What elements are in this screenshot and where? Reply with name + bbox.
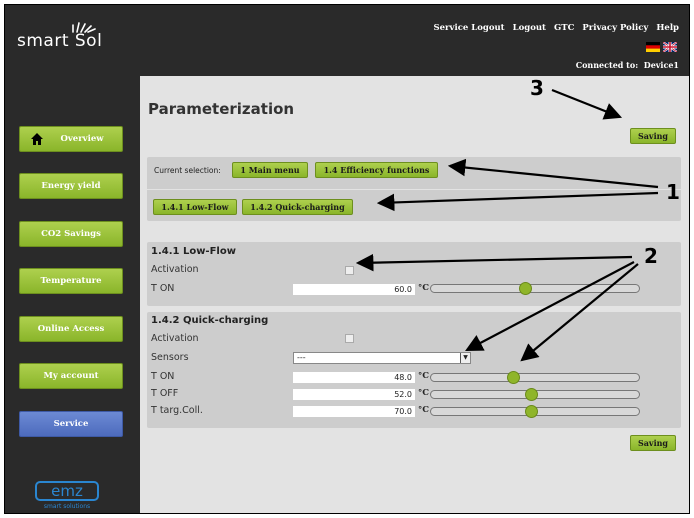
sidebar-item-label: Energy yield <box>41 181 101 191</box>
uk-flag-icon[interactable] <box>663 42 677 52</box>
sidebar-item-service[interactable]: Service <box>19 411 123 437</box>
top-links: Service Logout Logout GTC Privacy Policy… <box>434 23 680 33</box>
slider-knob[interactable] <box>507 371 521 384</box>
sidebar-item-label: Service <box>53 419 89 429</box>
sidebar-item-label: Online Access <box>37 324 105 334</box>
brand-name: emz <box>35 481 99 501</box>
divider <box>147 189 681 190</box>
sidebar-item-label: CO2 Savings <box>41 229 101 239</box>
annotation-number-2: 2 <box>644 244 658 268</box>
subitem-low-flow[interactable]: 1.4.1 Low-Flow <box>153 199 237 215</box>
header-bar: smart Sol Service Logout Logout GTC Priv… <box>5 5 689 76</box>
lowflow-ton-input[interactable]: 60.0 <box>293 284 415 295</box>
lowflow-ton-label: T ON <box>151 283 175 294</box>
sidebar-item-label: My account <box>43 371 99 381</box>
lowflow-activation-label: Activation <box>151 264 199 275</box>
subitem-quick-charging[interactable]: 1.4.2 Quick-charging <box>242 199 353 215</box>
crumb-efficiency-functions[interactable]: 1.4 Efficiency functions <box>315 162 438 178</box>
quickcharge-toff-label: T OFF <box>151 388 179 399</box>
quickcharge-ton-label: T ON <box>151 371 175 382</box>
sidebar-item-my-account[interactable]: My account <box>19 363 123 389</box>
sensors-select[interactable]: --- ▼ <box>293 352 471 364</box>
unit-label: °C <box>418 405 430 415</box>
german-flag-icon[interactable] <box>646 42 660 52</box>
brand-logo: emz smart solutions <box>35 481 105 511</box>
slider-knob[interactable] <box>518 282 532 295</box>
crumb-main-menu[interactable]: 1 Main menu <box>232 162 308 178</box>
gtc-link[interactable]: GTC <box>554 23 574 33</box>
quickcharge-panel: 1.4.2 Quick-charging Activation Sensors … <box>147 312 681 428</box>
lowflow-activation-checkbox[interactable] <box>345 266 354 275</box>
save-button-top[interactable]: Saving <box>630 128 676 144</box>
logout-link[interactable]: Logout <box>513 23 546 33</box>
sidebar-item-label: Temperature <box>40 276 102 286</box>
quickcharge-title: 1.4.2 Quick-charging <box>151 315 269 326</box>
page-title: Parameterization <box>148 100 295 118</box>
slider-knob[interactable] <box>524 388 538 401</box>
lowflow-title: 1.4.1 Low-Flow <box>151 246 236 257</box>
unit-label: °C <box>418 388 430 398</box>
logo-text: smart Sol <box>17 31 103 51</box>
quickcharge-toff-input[interactable]: 52.0 <box>293 389 415 400</box>
selection-panel: Current selection: 1 Main menu 1.4 Effic… <box>147 157 681 221</box>
chevron-down-icon[interactable]: ▼ <box>460 353 470 363</box>
brand-tagline: smart solutions <box>43 503 91 510</box>
main-content: Parameterization Saving Current selectio… <box>140 76 689 513</box>
annotation-number-1: 1 <box>666 180 680 204</box>
quickcharge-targ-input[interactable]: 70.0 <box>293 406 415 417</box>
lowflow-ton-slider[interactable] <box>430 282 640 295</box>
sensors-selected-value: --- <box>297 353 306 362</box>
unit-label: °C <box>418 283 430 293</box>
logo: smart Sol <box>17 19 127 59</box>
sidebar-item-energy-yield[interactable]: Energy yield <box>19 173 123 199</box>
slider-knob[interactable] <box>524 405 538 418</box>
device-name: Device1 <box>643 60 679 70</box>
sensors-label: Sensors <box>151 352 189 363</box>
sidebar-item-online-access[interactable]: Online Access <box>19 316 123 342</box>
service-logout-link[interactable]: Service Logout <box>434 23 505 33</box>
sidebar-item-co2-savings[interactable]: CO2 Savings <box>19 221 123 247</box>
sidebar-item-overview[interactable]: Overview <box>19 126 123 152</box>
app-window: smart Sol Service Logout Logout GTC Priv… <box>4 4 690 514</box>
sidebar-item-temperature[interactable]: Temperature <box>19 268 123 294</box>
sidebar: Overview Energy yield CO2 Savings Temper… <box>5 76 140 513</box>
quickcharge-targ-slider[interactable] <box>430 405 640 418</box>
quickcharge-targ-label: T targ.Coll. <box>151 405 203 416</box>
home-icon <box>31 133 43 145</box>
help-link[interactable]: Help <box>656 23 679 33</box>
quickcharge-toff-slider[interactable] <box>430 388 640 401</box>
lowflow-panel: 1.4.1 Low-Flow Activation T ON 60.0 °C <box>147 242 681 306</box>
sidebar-item-label: Overview <box>60 134 104 144</box>
current-selection-label: Current selection: <box>154 166 221 175</box>
quickcharge-ton-input[interactable]: 48.0 <box>293 372 415 383</box>
language-flags <box>646 42 677 52</box>
annotation-number-3: 3 <box>530 76 544 100</box>
connection-status: Connected to: Device1 <box>576 60 679 70</box>
save-button-bottom[interactable]: Saving <box>630 435 676 451</box>
unit-label: °C <box>418 371 430 381</box>
connected-label: Connected to: <box>575 60 639 70</box>
privacy-policy-link[interactable]: Privacy Policy <box>582 23 648 33</box>
quickcharge-activation-checkbox[interactable] <box>345 334 354 343</box>
quickcharge-ton-slider[interactable] <box>430 371 640 384</box>
quickcharge-activation-label: Activation <box>151 333 199 344</box>
